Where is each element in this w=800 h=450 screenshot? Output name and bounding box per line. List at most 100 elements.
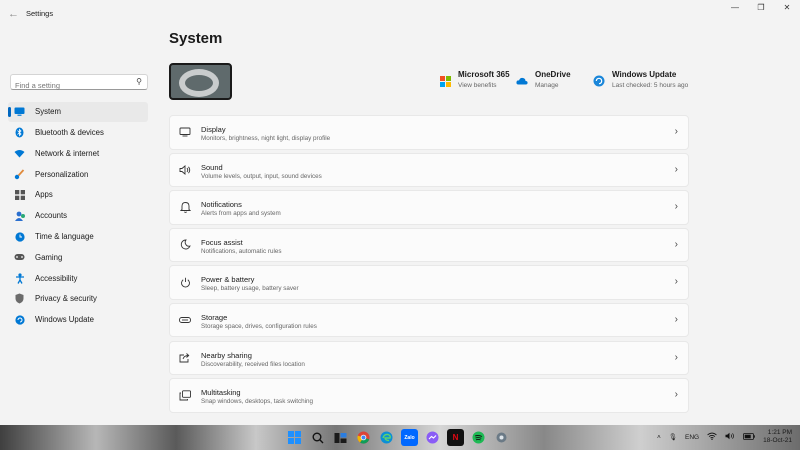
sidebar-item-label: Accessibility [35,273,78,283]
search-box: ⚲ [10,74,148,93]
chevron-right-icon: › [674,163,678,175]
quick-link-subtitle: View benefits [458,82,497,89]
globe-clock-icon [14,231,25,242]
sidebar-item-label: Bluetooth & devices [35,128,104,138]
settings-list: Display Monitors, brightness, night ligh… [169,115,689,416]
settings-icon[interactable] [493,429,510,446]
sidebar-item-network[interactable]: Network & internet [8,144,148,164]
quick-link-title: Microsoft 365 [458,70,510,79]
microsoft-logo-icon [438,74,452,88]
close-icon[interactable]: ✕ [774,0,800,16]
card-title: Storage [201,312,228,322]
sidebar-item-system[interactable]: System [8,102,148,122]
settings-card-storage[interactable]: Storage Storage space, drives, configura… [169,302,689,338]
accessibility-icon [14,273,25,284]
sidebar-item-windows-update[interactable]: Windows Update [8,310,148,330]
settings-card-power-battery[interactable]: Power & battery Sleep, battery usage, ba… [169,265,689,300]
window-controls: — ❐ ✕ [722,0,800,16]
spotify-icon[interactable] [470,429,487,446]
app-title: Settings [26,9,54,18]
edge-icon[interactable] [378,429,395,446]
settings-card-nearby-sharing[interactable]: Nearby sharing Discoverability, received… [169,340,689,376]
moon-icon [179,239,191,251]
language-indicator[interactable]: ENG [685,434,699,441]
settings-card-notifications[interactable]: Notifications Alerts from apps and syste… [169,190,689,225]
sidebar-item-gaming[interactable]: Gaming [8,248,148,268]
share-icon [179,352,191,364]
chrome-icon[interactable] [355,429,372,446]
bluetooth-icon [14,127,25,138]
chevron-right-icon: › [674,351,678,363]
sidebar-item-label: Personalization [35,169,89,179]
sidebar-item-label: Time & language [35,232,94,242]
quick-link-microsoft-365[interactable]: Microsoft 365 View benefits [438,70,510,89]
back-arrow-icon[interactable]: ← [8,8,19,20]
chevron-right-icon: › [674,201,678,213]
system-tray: ˄ 🎙 ENG 1:21 PM 18-Oct-21 [657,429,792,445]
battery-icon[interactable] [743,432,755,442]
power-icon [179,276,191,288]
sidebar-item-privacy-security[interactable]: Privacy & security [8,289,148,309]
card-title: Nearby sharing [201,350,252,360]
minimize-icon[interactable]: — [722,0,748,16]
sidebar-item-accounts[interactable]: Accounts [8,206,148,226]
card-subtitle: Discoverability, received files location [201,360,305,368]
settings-card-sound[interactable]: Sound Volume levels, output, input, soun… [169,152,689,188]
sidebar-item-label: Gaming [35,252,63,262]
sidebar-item-label: System [35,107,61,117]
update-icon [592,74,606,88]
cloud-icon [515,74,529,88]
card-title: Sound [201,162,223,172]
netflix-icon[interactable]: N [447,429,464,446]
clock[interactable]: 1:21 PM 18-Oct-21 [763,429,792,445]
quick-link-windows-update[interactable]: Windows Update Last checked: 5 hours ago [592,70,688,89]
chevron-right-icon: › [674,389,678,401]
settings-card-multitasking[interactable]: Multitasking Snap windows, desktops, tas… [169,378,689,413]
multitask-icon [179,389,191,401]
wifi-icon [14,148,25,159]
update-icon [14,314,25,325]
settings-card-display[interactable]: Display Monitors, brightness, night ligh… [169,115,689,150]
card-subtitle: Monitors, brightness, night light, displ… [201,135,331,142]
windows-start-icon[interactable] [286,429,303,446]
quick-link-onedrive[interactable]: OneDrive Manage [515,70,571,89]
card-subtitle: Sleep, battery usage, battery saver [201,285,299,293]
apps-icon [14,189,25,200]
sidebar-item-apps[interactable]: Apps [8,185,148,205]
clock-time: 1:21 PM [767,429,792,436]
quick-link-subtitle: Last checked: 5 hours ago [612,82,689,89]
card-title: Display [201,125,226,134]
messenger-icon[interactable] [424,429,441,446]
sidebar-item-accessibility[interactable]: Accessibility [8,268,148,288]
sidebar-item-personalization[interactable]: Personalization [8,164,148,184]
card-subtitle: Volume levels, output, input, sound devi… [201,172,322,180]
sidebar-item-bluetooth[interactable]: Bluetooth & devices [8,123,148,143]
wallpaper-image [179,69,219,97]
task-view-icon[interactable] [332,429,349,446]
device-thumbnail[interactable] [169,63,232,100]
volume-icon[interactable] [725,432,735,442]
search-input[interactable] [11,78,129,93]
quick-link-title: Windows Update [612,70,677,79]
zalo-icon[interactable]: Zalo [401,429,418,446]
sidebar-item-time-language[interactable]: Time & language [8,227,148,247]
card-title: Power & battery [201,275,255,285]
sidebar-item-label: Apps [35,190,53,200]
search-icon[interactable] [309,429,326,446]
wifi-icon[interactable] [707,432,717,442]
card-subtitle: Alerts from apps and system [201,210,281,218]
chevron-up-icon[interactable]: ˄ [657,434,661,441]
sidebar-item-label: Accounts [35,211,68,221]
person-icon [14,210,25,221]
clock-date: 18-Oct-21 [763,437,792,444]
settings-card-focus-assist[interactable]: Focus assist Notifications, automatic ru… [169,227,689,263]
quick-link-title: OneDrive [535,70,571,79]
maximize-icon[interactable]: ❐ [748,0,774,16]
chevron-right-icon: › [674,126,678,137]
sidebar-nav: System Bluetooth & devices Network & int… [8,102,148,331]
bell-icon [179,201,191,214]
sidebar-item-label: Network & internet [35,148,100,158]
sidebar-item-label: Windows Update [35,315,94,325]
microphone-icon[interactable]: 🎙 [669,433,677,441]
search-icon[interactable]: ⚲ [136,77,142,86]
